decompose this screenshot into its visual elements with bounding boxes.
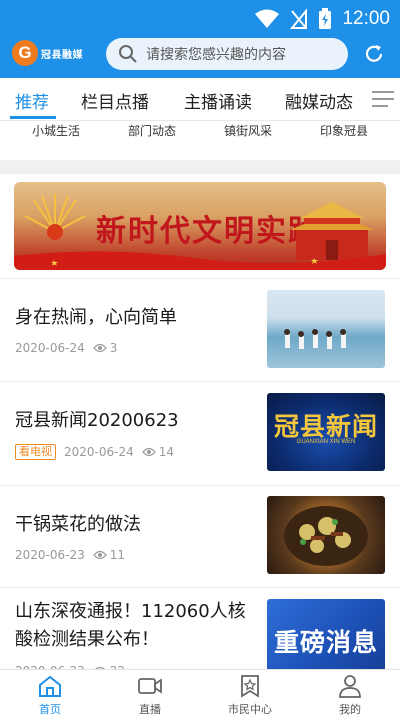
search-icon: [119, 45, 137, 63]
thumb-title: 重磅消息: [273, 628, 378, 657]
news-views: 11: [92, 548, 126, 562]
news-meta: 2020-06-24 3: [15, 341, 117, 355]
search-placeholder: 请搜索您感兴趣的内容: [146, 47, 286, 63]
tab-anchor-reading[interactable]: 主播诵读: [184, 88, 252, 113]
news-thumbnail: 冠县新闻 GUANXIAN XIN WEN: [267, 393, 385, 471]
news-item[interactable]: 冠县新闻20200623 看电视 2020-06-24 14 冠县新闻 GUAN…: [0, 381, 400, 485]
news-item[interactable]: 干锅菜花的做法 2020-06-23 11: [0, 485, 400, 587]
search-input[interactable]: 请搜索您感兴趣的内容: [106, 38, 348, 70]
news-thumbnail: 重磅消息: [267, 599, 385, 669]
subtab-town-style[interactable]: 镇街风采: [224, 122, 272, 139]
home-icon: [39, 675, 61, 697]
news-title: 干锅菜花的做法: [15, 514, 141, 535]
nav-profile[interactable]: 我的: [310, 674, 390, 717]
nav-live-label: 直播: [139, 703, 161, 716]
news-views: 14: [141, 445, 175, 459]
battery-icon: [319, 8, 332, 29]
nav-profile-label: 我的: [339, 703, 361, 716]
bookmark-star-icon: [241, 675, 259, 698]
signal-icon: [290, 9, 308, 29]
category-tabs: 推荐 栏目点播 主播诵读 融媒动态: [0, 78, 400, 120]
header: G 冠县融媒 请搜索您感兴趣的内容: [0, 38, 400, 72]
subtab-department-news[interactable]: 部门动态: [128, 122, 176, 139]
nav-citizen-center-label: 市民中心: [228, 703, 272, 716]
nav-home-label: 首页: [39, 703, 61, 716]
nav-live[interactable]: 直播: [110, 674, 190, 717]
news-title: 身在热闹，心向简单: [15, 307, 177, 328]
news-view-count: 3: [109, 341, 118, 355]
news-thumbnail: [267, 290, 385, 368]
flag-ribbon: [14, 251, 386, 270]
news-thumbnail: [267, 496, 385, 574]
active-tab-indicator: [10, 116, 56, 119]
wifi-icon: [255, 9, 280, 28]
news-meta: 2020-06-23 11: [15, 548, 125, 562]
food-photo: [284, 506, 368, 566]
nav-citizen-center[interactable]: 市民中心: [210, 674, 290, 717]
news-title-line-1: 山东深夜通报！112060人核: [15, 601, 246, 622]
news-view-count: 14: [158, 445, 175, 459]
news-title: 冠县新闻20200623: [15, 410, 179, 431]
news-date: 2020-06-24: [64, 445, 134, 459]
news-item[interactable]: 身在热闹，心向简单 2020-06-24 3: [0, 278, 400, 381]
tab-recommend[interactable]: 推荐: [15, 88, 49, 113]
news-view-count: 11: [109, 548, 126, 562]
logo-mark-icon: G: [12, 40, 38, 66]
video-icon: [138, 678, 162, 694]
news-views: 3: [92, 341, 118, 355]
app-logo[interactable]: G 冠县融媒: [12, 40, 83, 66]
news-title-line-2: 酸检测结果公布！: [15, 629, 159, 650]
section-separator: [0, 160, 400, 174]
thumb-title: 冠县新闻: [273, 412, 378, 441]
thumb-subtitle: GUANXIAN XIN WEN: [296, 439, 356, 445]
eye-icon: [92, 550, 107, 560]
menu-icon[interactable]: [372, 90, 394, 108]
news-date: 2020-06-24: [15, 341, 85, 355]
promo-banner[interactable]: 新时代文明实践: [14, 182, 386, 270]
tv-tag-badge: 看电视: [15, 444, 56, 460]
eye-icon: [92, 343, 107, 353]
tab-program-vod[interactable]: 栏目点播: [81, 88, 149, 113]
sub-category-bar: 小城生活 部门动态 镇街风采 印象冠县: [0, 121, 400, 143]
nav-home[interactable]: 首页: [10, 674, 90, 717]
news-date: 2020-06-23: [15, 548, 85, 562]
app-header-bar: 12:00 G 冠县融媒 请搜索您感兴趣的内容: [0, 0, 400, 78]
subtab-city-life[interactable]: 小城生活: [32, 122, 80, 139]
status-time: 12:00: [342, 8, 390, 29]
subtab-impression-guanxian[interactable]: 印象冠县: [320, 122, 368, 139]
news-item[interactable]: 山东深夜通报！112060人核 酸检测结果公布！ 2020-06-23 22 重…: [0, 587, 400, 669]
logo-text: 冠县融媒: [41, 49, 83, 61]
status-bar: 12:00: [254, 6, 390, 32]
bottom-navigation: 首页 直播 市民中心 我的: [0, 669, 400, 720]
eye-icon: [141, 447, 156, 457]
beach-photo: [284, 329, 346, 349]
user-icon: [339, 675, 361, 698]
tab-media-news[interactable]: 融媒动态: [285, 88, 353, 113]
refresh-icon[interactable]: [362, 42, 386, 66]
news-meta: 看电视 2020-06-24 14: [15, 444, 174, 460]
